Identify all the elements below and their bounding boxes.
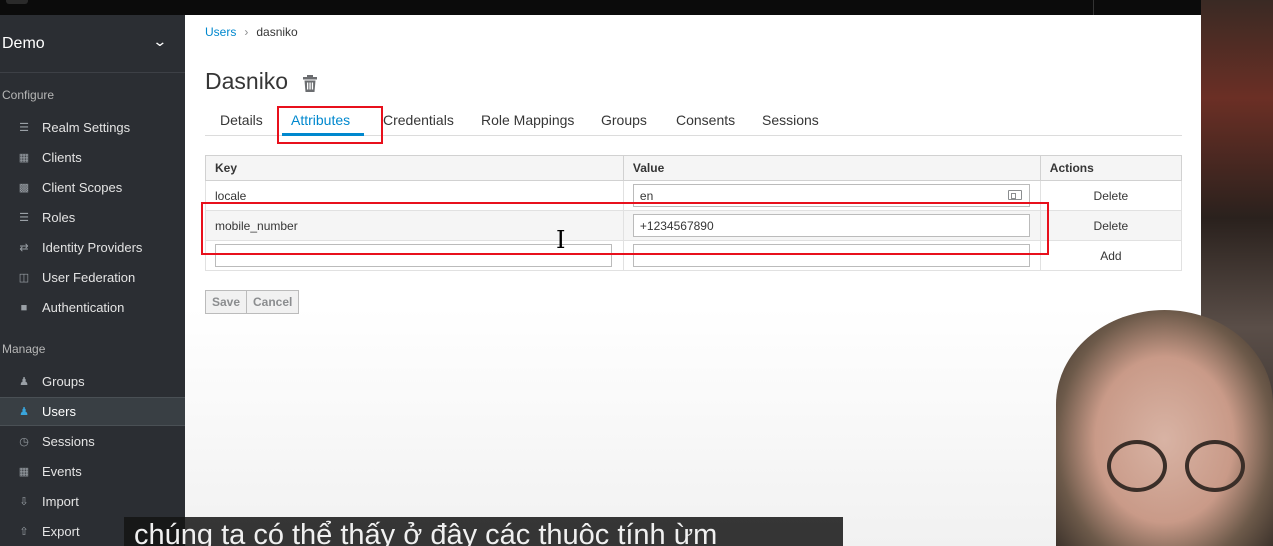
- users-icon: ♟: [19, 376, 29, 388]
- sidebar-item-label: Users: [42, 404, 76, 419]
- topbar-divider: [1093, 0, 1094, 15]
- row-highlight-box: [201, 202, 1049, 255]
- text-cursor-icon: I: [556, 226, 566, 254]
- sidebar: Demo ⌄ Configure ☰ Realm Settings ▦ Client…: [0, 15, 185, 546]
- breadcrumb-current: dasniko: [256, 25, 298, 39]
- sidebar-item-label: Groups: [42, 374, 85, 389]
- realm-name: Demo: [2, 35, 45, 52]
- sidebar-item-label: User Federation: [42, 270, 136, 285]
- tab-groups[interactable]: Groups: [601, 112, 647, 128]
- main-content: Users › dasniko Dasniko Details Attributes…: [185, 15, 1201, 546]
- sidebar-item-label: Roles: [42, 210, 76, 225]
- tab-credentials[interactable]: Credentials: [383, 112, 454, 128]
- sidebar-item-label: Sessions: [42, 434, 95, 449]
- subtitle-text: chúng ta có thể thấy ở đây các thuộc tín…: [134, 519, 718, 546]
- sidebar-item-groups[interactable]: ♟ Groups: [0, 367, 185, 396]
- brand-logo: [6, 0, 28, 4]
- sidebar-item-user-federation[interactable]: ◫ User Federation: [0, 263, 185, 292]
- lock-icon: ■: [20, 301, 28, 314]
- database-icon: ◫: [18, 272, 30, 284]
- sidebar-item-identity-providers[interactable]: ⇄ Identity Providers: [0, 233, 185, 262]
- realm-selector[interactable]: Demo ⌄: [0, 15, 185, 73]
- tab-sessions[interactable]: Sessions: [762, 112, 819, 128]
- sidebar-item-label: Events: [42, 464, 82, 479]
- cubes-icon: ▩: [18, 182, 30, 194]
- sidebar-item-client-scopes[interactable]: ▩ Client Scopes: [0, 173, 185, 202]
- sidebar-item-events[interactable]: ▦ Events: [0, 457, 185, 486]
- sidebar-item-label: Import: [42, 494, 79, 509]
- table-header-row: Key Value Actions: [205, 155, 1183, 181]
- delete-locale-button[interactable]: Delete: [1039, 180, 1183, 211]
- trash-icon[interactable]: [303, 75, 317, 92]
- cube-icon: ▦: [18, 152, 30, 164]
- glasses-right-icon: [1185, 440, 1245, 492]
- tab-highlight-box: [277, 106, 383, 144]
- tab-consents[interactable]: Consents: [676, 112, 735, 128]
- list-icon: ☰: [19, 212, 29, 224]
- save-button[interactable]: Save: [205, 290, 248, 314]
- sidebar-item-clients[interactable]: ▦ Clients: [0, 143, 185, 172]
- cancel-button[interactable]: Cancel: [246, 290, 300, 314]
- sidebar-item-authentication[interactable]: ■ Authentication: [0, 293, 185, 322]
- key-column-header: Key: [205, 155, 624, 181]
- video-subtitle: chúng ta có thể thấy ở đây các thuộc tín…: [124, 517, 843, 546]
- user-icon: ♟: [19, 406, 29, 418]
- glasses-left-icon: [1107, 440, 1167, 492]
- clock-icon: ◷: [19, 436, 29, 448]
- add-attribute-button[interactable]: Add: [1039, 240, 1183, 271]
- breadcrumb-users-link[interactable]: Users: [205, 25, 236, 39]
- delete-mobile-number-button[interactable]: Delete: [1039, 210, 1183, 241]
- sidebar-item-realm-settings[interactable]: ☰ Realm Settings: [0, 113, 185, 142]
- sidebar-item-roles[interactable]: ☰ Roles: [0, 203, 185, 232]
- import-icon: ⇩: [19, 496, 29, 508]
- top-bar: [0, 0, 1201, 15]
- sidebar-item-label: Client Scopes: [42, 180, 123, 195]
- sidebar-item-label: Identity Providers: [42, 240, 143, 255]
- calendar-icon: ▦: [18, 466, 30, 478]
- sidebar-item-label: Realm Settings: [42, 120, 131, 135]
- sidebar-item-label: Authentication: [42, 300, 125, 315]
- page-title: Dasniko: [205, 68, 289, 94]
- section-configure: Configure: [2, 88, 55, 102]
- breadcrumb: Users › dasniko: [205, 25, 298, 39]
- section-manage: Manage: [2, 342, 46, 356]
- id-card-icon: [1007, 190, 1022, 200]
- sliders-icon: ☰: [19, 122, 29, 134]
- chevron-down-icon: ⌄: [152, 33, 168, 49]
- breadcrumb-separator: ›: [244, 25, 249, 39]
- sidebar-item-label: Export: [42, 524, 80, 539]
- export-icon: ⇧: [19, 526, 29, 538]
- sidebar-item-label: Clients: [42, 150, 82, 165]
- value-column-header: Value: [622, 155, 1041, 181]
- tab-details[interactable]: Details: [220, 112, 263, 128]
- tab-role-mappings[interactable]: Role Mappings: [481, 112, 574, 128]
- sidebar-item-users[interactable]: ♟ Users: [0, 397, 185, 426]
- sidebar-item-import[interactable]: ⇩ Import: [0, 487, 185, 516]
- exchange-icon: ⇄: [19, 242, 29, 254]
- presenter-webcam: [1056, 310, 1273, 546]
- actions-column-header: Actions: [1039, 155, 1183, 181]
- sidebar-item-sessions[interactable]: ◷ Sessions: [0, 427, 185, 456]
